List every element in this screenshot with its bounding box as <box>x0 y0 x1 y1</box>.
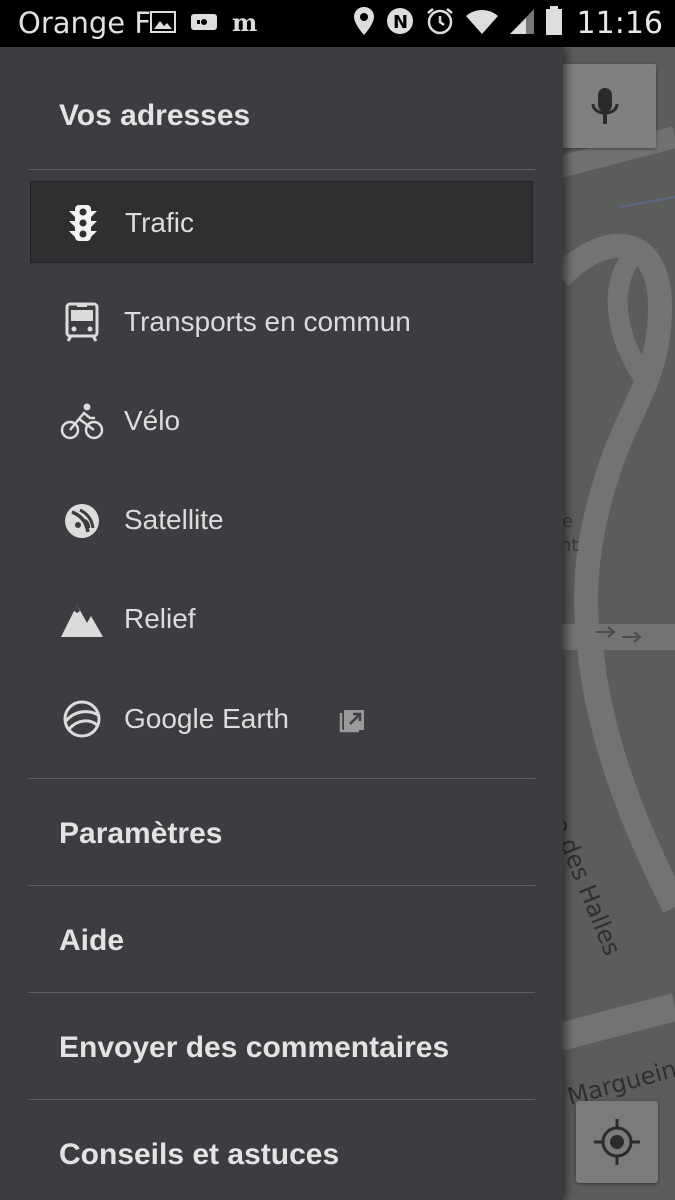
your-places-link[interactable]: Vos adresses <box>59 99 250 133</box>
notification-icons: m <box>150 8 260 40</box>
layer-label: Relief <box>124 603 196 634</box>
layer-terrain[interactable]: Relief <box>30 578 533 660</box>
help-link[interactable]: Aide <box>59 924 124 958</box>
signal-icon <box>509 7 535 40</box>
carrier-name: Orange F <box>18 6 152 40</box>
crosshair-icon <box>594 1119 640 1165</box>
settings-link[interactable]: Paramètres <box>59 817 222 851</box>
location-icon <box>353 6 375 41</box>
divider <box>28 885 535 886</box>
external-link-icon <box>339 705 367 733</box>
system-icons: N 11:16 <box>353 6 663 41</box>
layer-label: Vélo <box>124 405 181 436</box>
clock: 11:16 <box>576 5 663 41</box>
microphone-icon <box>591 88 619 124</box>
status-bar: Orange F m N 11:16 <box>0 0 675 47</box>
divider <box>28 778 535 779</box>
svg-text:m: m <box>232 9 257 35</box>
map-label-fragment: e <box>562 511 574 532</box>
wifi-icon <box>465 7 499 40</box>
terrain-icon <box>60 599 104 639</box>
layer-label: Satellite <box>124 504 224 535</box>
nfc-icon: N <box>385 6 415 41</box>
transit-icon <box>60 302 104 342</box>
layer-traffic[interactable]: Trafic <box>30 181 533 263</box>
google-earth-link[interactable]: Google Earth <box>30 678 533 760</box>
alarm-icon <box>425 6 455 41</box>
voice-search-button[interactable] <box>560 64 656 148</box>
tips-and-tricks-link[interactable]: Conseils et astuces <box>59 1138 339 1172</box>
divider <box>28 169 535 170</box>
voicemail-icon <box>190 10 218 39</box>
layer-label: Trafic <box>125 207 194 238</box>
divider <box>28 1099 535 1100</box>
layer-label: Google Earth <box>124 703 289 734</box>
earth-icon <box>60 699 104 739</box>
layer-satellite[interactable]: Satellite <box>30 479 533 561</box>
my-location-button[interactable] <box>576 1101 658 1183</box>
satellite-icon <box>60 500 104 540</box>
le-monde-icon: m <box>232 8 260 40</box>
layer-transit[interactable]: Transports en commun <box>30 281 533 363</box>
gallery-icon <box>150 10 176 39</box>
screen: Orange F m N 11:16 e nt Rue des Halles M… <box>0 0 675 1200</box>
navigation-drawer: Vos adresses Trafic Transports en commun… <box>0 47 563 1200</box>
svg-text:N: N <box>393 12 408 33</box>
traffic-light-icon <box>61 203 105 243</box>
bike-icon <box>60 401 104 441</box>
battery-icon <box>545 6 563 41</box>
layer-bike[interactable]: Vélo <box>30 380 533 462</box>
layer-label: Transports en commun <box>124 306 411 337</box>
send-feedback-link[interactable]: Envoyer des commentaires <box>59 1031 449 1065</box>
divider <box>28 992 535 993</box>
